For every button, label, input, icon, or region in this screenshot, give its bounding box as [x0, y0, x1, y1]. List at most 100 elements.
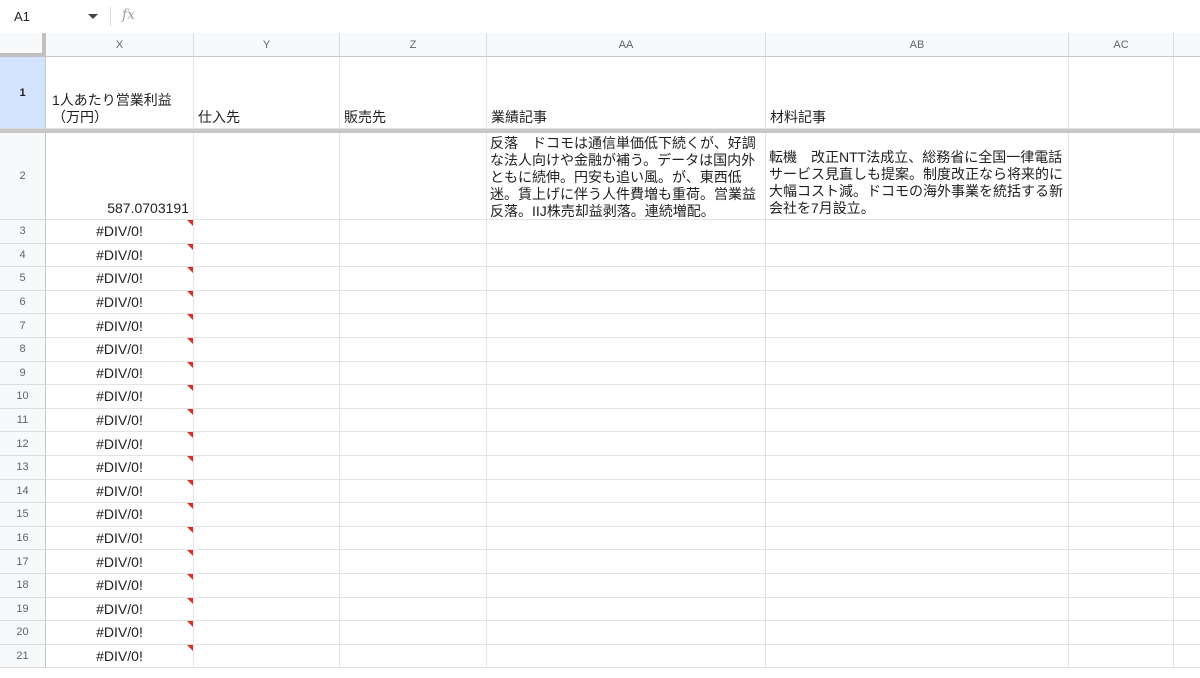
- cell-ac20[interactable]: [1069, 621, 1174, 645]
- cell-y19[interactable]: [194, 597, 340, 622]
- error-marker-icon[interactable]: [187, 550, 193, 557]
- cell-z20[interactable]: [340, 621, 487, 645]
- cell-ad7[interactable]: [1174, 314, 1200, 338]
- row-header-4[interactable]: 4: [0, 243, 46, 268]
- error-marker-icon[interactable]: [187, 243, 193, 250]
- error-marker-icon[interactable]: [187, 338, 193, 344]
- cell-y17[interactable]: [194, 550, 340, 574]
- cell-ac4[interactable]: [1069, 243, 1174, 268]
- cell-ac10[interactable]: [1069, 385, 1174, 409]
- cell-aa6[interactable]: [487, 290, 766, 315]
- cell-ad15[interactable]: [1174, 503, 1200, 527]
- cell-y1[interactable]: 仕入先: [194, 57, 340, 129]
- error-cell[interactable]: #DIV/0!: [46, 574, 194, 598]
- error-cell[interactable]: #DIV/0!: [46, 408, 194, 433]
- cell-ad12[interactable]: [1174, 432, 1200, 456]
- cell-ac1[interactable]: [1069, 57, 1174, 129]
- error-marker-icon[interactable]: [187, 479, 193, 486]
- error-marker-icon[interactable]: [187, 314, 193, 321]
- cell-ac2[interactable]: [1069, 133, 1174, 220]
- cell-y14[interactable]: [194, 479, 340, 504]
- cell-y16[interactable]: [194, 526, 340, 551]
- cell-ab16[interactable]: [766, 526, 1069, 551]
- cell-z19[interactable]: [340, 597, 487, 622]
- error-cell[interactable]: #DIV/0!: [46, 361, 194, 386]
- row-header-3[interactable]: 3: [0, 220, 46, 244]
- name-box[interactable]: A1: [0, 0, 106, 33]
- cell-y10[interactable]: [194, 385, 340, 409]
- cell-z18[interactable]: [340, 574, 487, 598]
- cell-ac7[interactable]: [1069, 314, 1174, 338]
- cell-aa8[interactable]: [487, 338, 766, 362]
- row-header-12[interactable]: 12: [0, 432, 46, 456]
- cell-ad14[interactable]: [1174, 480, 1200, 504]
- cell-ab19[interactable]: [766, 597, 1069, 622]
- cell-ab4[interactable]: [766, 243, 1069, 268]
- cell-z3[interactable]: [340, 220, 487, 244]
- cell-ad11[interactable]: [1174, 409, 1200, 433]
- error-cell[interactable]: #DIV/0!: [46, 243, 194, 268]
- row-header-8[interactable]: 8: [0, 338, 46, 362]
- cell-aa4[interactable]: [487, 243, 766, 268]
- cell-ad19[interactable]: [1174, 598, 1200, 622]
- cell-ab18[interactable]: [766, 574, 1069, 598]
- cell-aa5[interactable]: [487, 267, 766, 291]
- cell-z6[interactable]: [340, 290, 487, 315]
- row-header-16[interactable]: 16: [0, 526, 46, 551]
- formula-input[interactable]: [148, 0, 1200, 33]
- cell-ac5[interactable]: [1069, 267, 1174, 291]
- cell-ac15[interactable]: [1069, 503, 1174, 527]
- cell-ac19[interactable]: [1069, 597, 1174, 622]
- cell-aa21[interactable]: [487, 644, 766, 669]
- cell-ac17[interactable]: [1069, 550, 1174, 574]
- cell-ad9[interactable]: [1174, 362, 1200, 386]
- cell-y12[interactable]: [194, 432, 340, 456]
- cell-ab14[interactable]: [766, 479, 1069, 504]
- column-header-aa[interactable]: AA: [487, 33, 766, 57]
- cell-y3[interactable]: [194, 220, 340, 244]
- error-marker-icon[interactable]: [187, 267, 193, 274]
- error-marker-icon[interactable]: [187, 574, 193, 580]
- cell-ab2[interactable]: 転機 改正NTT法成立、総務省に全国一律電話サービス見直しも提案。制度改正なら将…: [766, 133, 1069, 220]
- cell-z5[interactable]: [340, 267, 487, 291]
- column-header-z[interactable]: Z: [340, 33, 487, 57]
- column-header-ad[interactable]: [1174, 33, 1200, 57]
- cell-z2[interactable]: [340, 133, 487, 220]
- cell-aa10[interactable]: [487, 385, 766, 409]
- row-header-15[interactable]: 15: [0, 503, 46, 527]
- row-header-19[interactable]: 19: [0, 597, 46, 622]
- error-marker-icon[interactable]: [187, 408, 193, 415]
- cell-z12[interactable]: [340, 432, 487, 456]
- row-header-11[interactable]: 11: [0, 408, 46, 433]
- cell-aa13[interactable]: [487, 456, 766, 480]
- error-cell[interactable]: #DIV/0!: [46, 338, 194, 362]
- error-marker-icon[interactable]: [187, 361, 193, 368]
- cell-ac9[interactable]: [1069, 361, 1174, 386]
- cell-ad1[interactable]: [1174, 57, 1200, 129]
- row-header-18[interactable]: 18: [0, 574, 46, 598]
- cell-aa2[interactable]: 反落 ドコモは通信単価低下続くが、好調な法人向けや金融が補う。データは国内外とも…: [487, 133, 766, 220]
- cell-aa16[interactable]: [487, 526, 766, 551]
- cell-x2[interactable]: 587.0703191: [46, 133, 194, 220]
- cell-z16[interactable]: [340, 526, 487, 551]
- cell-ad21[interactable]: [1174, 645, 1200, 669]
- error-marker-icon[interactable]: [187, 644, 193, 651]
- cell-y15[interactable]: [194, 503, 340, 527]
- cell-ab21[interactable]: [766, 644, 1069, 669]
- cell-ac21[interactable]: [1069, 644, 1174, 669]
- cell-ad5[interactable]: [1174, 267, 1200, 291]
- cell-z17[interactable]: [340, 550, 487, 574]
- cell-ab5[interactable]: [766, 267, 1069, 291]
- error-cell[interactable]: #DIV/0!: [46, 220, 194, 244]
- error-cell[interactable]: #DIV/0!: [46, 550, 194, 574]
- column-header-y[interactable]: Y: [194, 33, 340, 57]
- cell-z14[interactable]: [340, 479, 487, 504]
- row-header-5[interactable]: 5: [0, 267, 46, 291]
- error-cell[interactable]: #DIV/0!: [46, 456, 194, 480]
- cell-ab20[interactable]: [766, 621, 1069, 645]
- row-header-2[interactable]: 2: [0, 133, 46, 220]
- row-header-14[interactable]: 14: [0, 479, 46, 504]
- cell-ad10[interactable]: [1174, 385, 1200, 409]
- cell-z8[interactable]: [340, 338, 487, 362]
- cell-y6[interactable]: [194, 290, 340, 315]
